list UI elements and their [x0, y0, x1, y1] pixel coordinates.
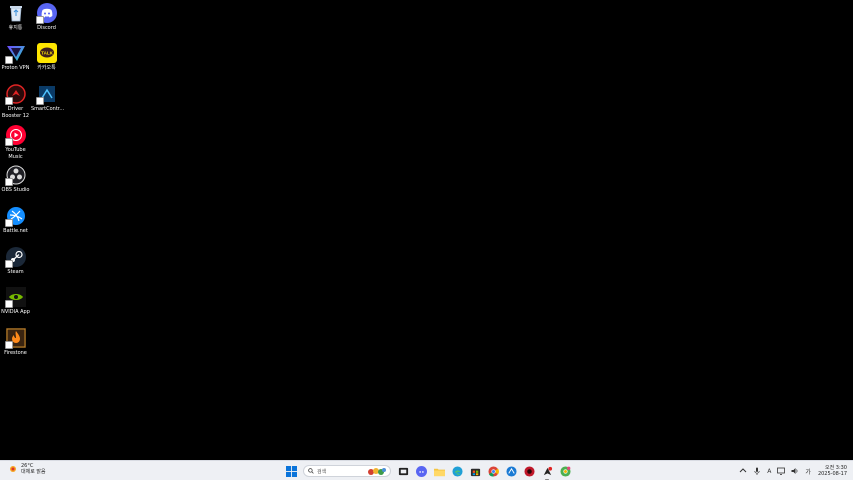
taskbar-app-driver-booster[interactable]: [540, 464, 554, 480]
desktop-icon-discord[interactable]: Discord: [31, 3, 62, 32]
firestone-icon: [4, 328, 26, 349]
desktop-icon-nvidia-app[interactable]: NVIDIA App: [0, 287, 31, 316]
taskbar-app-chrome[interactable]: [486, 464, 500, 478]
discord-icon: [35, 3, 57, 24]
svg-text:TALK: TALK: [41, 50, 53, 55]
shortcut-arrow-icon: [4, 178, 13, 186]
taskbar-apps: 검색: [282, 463, 574, 480]
weather-description: 대체로 맑음: [21, 469, 46, 475]
desktop-icon-recycle-bin[interactable]: 휴지통: [0, 3, 31, 32]
desktop: 휴지통 Discord Proton VPN TALK 카카오톡 Driver …: [0, 0, 853, 460]
desktop-icon-smartcontrol[interactable]: SmartContr...: [31, 84, 65, 113]
youtube-music-icon: [4, 125, 26, 146]
taskbar-search-box[interactable]: 검색: [303, 465, 391, 477]
microphone-icon: [754, 467, 760, 475]
taskbar-app-obs[interactable]: [522, 464, 536, 478]
desktop-icon-proton-vpn[interactable]: Proton VPN: [0, 43, 31, 72]
proton-vpn-icon: [4, 43, 26, 64]
monitor-icon: [777, 467, 786, 475]
chrome-icon: [559, 465, 571, 477]
discord-icon: [415, 465, 427, 477]
driver-booster-icon: [543, 466, 552, 475]
language-indicator[interactable]: 가: [805, 467, 811, 476]
taskbar-app-edge[interactable]: [450, 464, 464, 478]
kakaotalk-icon: TALK: [36, 43, 57, 63]
desktop-icon-firestone[interactable]: Firestone: [0, 328, 31, 357]
desktop-icon-label: 휴지통: [8, 25, 23, 31]
driver-booster-icon: [4, 84, 26, 105]
task-view-icon: [398, 467, 408, 475]
desktop-icon-youtube-music[interactable]: YouTube Music: [0, 125, 31, 161]
battlenet-icon: [4, 206, 26, 227]
chrome-icon: [487, 465, 499, 477]
microphone-button[interactable]: [753, 467, 761, 475]
desktop-icon-label: Steam: [7, 269, 24, 275]
search-placeholder: 검색: [317, 468, 327, 475]
steam-icon: [4, 247, 26, 268]
desktop-icon-label: Firestone: [4, 350, 27, 356]
desktop-icon-battlenet[interactable]: Battle.net: [0, 206, 31, 235]
clock-date: 2025-08-17: [817, 471, 847, 477]
speaker-icon: [791, 468, 798, 474]
desktop-icon-label: Driver Booster 12: [1, 106, 30, 119]
desktop-icon-label: YouTube Music: [5, 147, 26, 160]
shortcut-arrow-icon: [4, 300, 13, 308]
search-highlight-icon: [368, 468, 386, 475]
edge-icon: [451, 465, 463, 477]
taskbar: 26°C 대체로 맑음 검색 A 가 오전 3:30 2025-08-17: [0, 460, 853, 480]
shortcut-arrow-icon: [35, 16, 44, 24]
system-tray: A 가 오전 3:30 2025-08-17: [736, 463, 847, 479]
shortcut-arrow-icon: [4, 97, 13, 105]
store-icon: [470, 468, 480, 476]
smartcontrol-icon: [505, 465, 517, 477]
show-hidden-icons-button[interactable]: [739, 467, 747, 475]
taskbar-app-file-explorer[interactable]: [432, 464, 446, 478]
ime-mode-indicator[interactable]: A: [767, 468, 771, 475]
start-button[interactable]: [284, 464, 298, 478]
desktop-icon-label: 카카오톡: [37, 65, 56, 71]
shortcut-arrow-icon: [4, 219, 13, 227]
desktop-icon-label: OBS Studio: [1, 187, 30, 193]
obs-studio-icon: [4, 165, 26, 186]
taskbar-app-store[interactable]: [468, 464, 482, 478]
weather-sun-icon: [10, 466, 16, 472]
smartcontrol-icon: [35, 84, 57, 105]
desktop-icon-label: SmartContr...: [31, 106, 65, 112]
desktop-icon-label: NVIDIA App: [1, 309, 30, 315]
desktop-icon-label: Battle.net: [3, 228, 28, 234]
taskbar-app-discord[interactable]: [414, 464, 428, 478]
network-button[interactable]: [777, 467, 786, 475]
shortcut-arrow-icon: [4, 341, 13, 349]
desktop-icon-steam[interactable]: Steam: [0, 247, 31, 276]
taskbar-app-smartcontrol[interactable]: [504, 464, 518, 478]
obs-studio-icon: [523, 465, 535, 477]
nvidia-app-icon: [4, 287, 26, 308]
search-icon: [308, 468, 314, 474]
shortcut-arrow-icon: [4, 56, 13, 64]
folder-icon: [433, 468, 445, 476]
desktop-icon-driver-booster[interactable]: Driver Booster 12: [0, 84, 31, 120]
task-view-button[interactable]: [396, 464, 410, 478]
desktop-icon-kakaotalk[interactable]: TALK 카카오톡: [31, 43, 62, 72]
desktop-icon-label: Discord: [37, 25, 56, 31]
chevron-up-icon: [739, 468, 747, 473]
shortcut-arrow-icon: [4, 138, 13, 146]
desktop-icon-label: Proton VPN: [1, 65, 30, 71]
taskbar-app-chrome-profile[interactable]: [558, 464, 572, 478]
volume-button[interactable]: [791, 467, 799, 475]
windows-logo-icon: [285, 465, 297, 477]
recycle-bin-icon: [6, 3, 26, 23]
shortcut-arrow-icon: [4, 260, 13, 268]
weather-widget[interactable]: 26°C 대체로 맑음: [8, 463, 46, 475]
shortcut-arrow-icon: [35, 97, 44, 105]
clock[interactable]: 오전 3:30 2025-08-17: [818, 465, 847, 477]
desktop-icon-obs-studio[interactable]: OBS Studio: [0, 165, 31, 194]
